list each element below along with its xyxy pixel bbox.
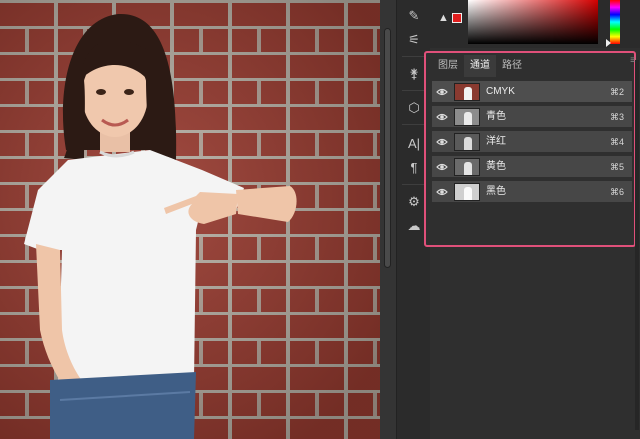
channel-row-black[interactable]: 黑色 ⌘6 (432, 181, 632, 203)
properties-icon[interactable]: ⚙ (404, 192, 424, 212)
channel-shortcut: ⌘3 (609, 112, 624, 122)
eye-visibility-icon[interactable] (436, 136, 448, 148)
tab-channels[interactable]: 通道 (464, 55, 496, 77)
scrollbar-thumb[interactable] (384, 28, 391, 268)
channel-name: CMYK (486, 86, 515, 97)
channel-name: 黄色 (486, 161, 506, 172)
channel-shortcut: ⌘6 (609, 187, 624, 197)
clone-source-icon[interactable]: ⚵ (404, 64, 424, 84)
dock-scrollbar[interactable] (635, 60, 639, 430)
foreground-color-swatch[interactable] (452, 13, 462, 23)
tab-layers[interactable]: 图层 (432, 55, 464, 77)
color-picker-field[interactable] (468, 0, 598, 44)
canvas-photo[interactable] (0, 0, 380, 439)
gamut-warning-icon[interactable]: ▲ (438, 12, 449, 24)
tool-divider (402, 124, 426, 125)
hue-slider-handle[interactable] (606, 39, 611, 47)
tool-divider (402, 184, 426, 185)
eye-visibility-icon[interactable] (436, 111, 448, 123)
channel-name: 洋红 (486, 136, 506, 147)
channel-row-cmyk[interactable]: CMYK ⌘2 (432, 81, 632, 103)
eye-visibility-icon[interactable] (436, 161, 448, 173)
brush-settings-icon[interactable]: ✎ (404, 6, 424, 26)
eye-visibility-icon[interactable] (436, 186, 448, 198)
color-panel: ▲ (430, 0, 640, 48)
creative-cloud-icon[interactable]: ☁ (404, 216, 424, 236)
channel-shortcut: ⌘4 (609, 137, 624, 147)
canvas-vertical-scrollbar[interactable] (380, 0, 396, 439)
channel-row-cyan[interactable]: 青色 ⌘3 (432, 106, 632, 128)
eye-visibility-icon[interactable] (436, 86, 448, 98)
channel-name: 青色 (486, 111, 506, 122)
channel-row-yellow[interactable]: 黄色 ⌘5 (432, 156, 632, 178)
3d-cube-icon[interactable]: ⬡ (404, 98, 424, 118)
adjust-sliders-icon[interactable]: ⚟ (404, 30, 424, 50)
channel-name: 黑色 (486, 186, 506, 197)
child-figure (24, 13, 297, 439)
tool-divider (402, 90, 426, 91)
paragraph-panel-icon[interactable]: ¶ (404, 158, 424, 178)
channel-shortcut: ⌘2 (609, 87, 624, 97)
channel-shortcut: ⌘5 (609, 162, 624, 172)
hue-slider[interactable] (610, 0, 620, 44)
channel-thumbnail (454, 158, 480, 176)
channels-panel: 图层 通道 路径 ≡ CMYK ⌘2 青色 ⌘3 洋红 ⌘4 黄色 ⌘5 黑色 … (424, 51, 636, 247)
character-panel-icon[interactable]: A| (404, 134, 424, 154)
channel-thumbnail (454, 183, 480, 201)
tab-paths[interactable]: 路径 (496, 55, 528, 77)
channel-thumbnail (454, 108, 480, 126)
channel-thumbnail (454, 83, 480, 101)
tool-divider (402, 56, 426, 57)
channel-thumbnail (454, 133, 480, 151)
channel-row-magenta[interactable]: 洋红 ⌘4 (432, 131, 632, 153)
panel-tab-bar: 图层 通道 路径 (432, 55, 632, 77)
